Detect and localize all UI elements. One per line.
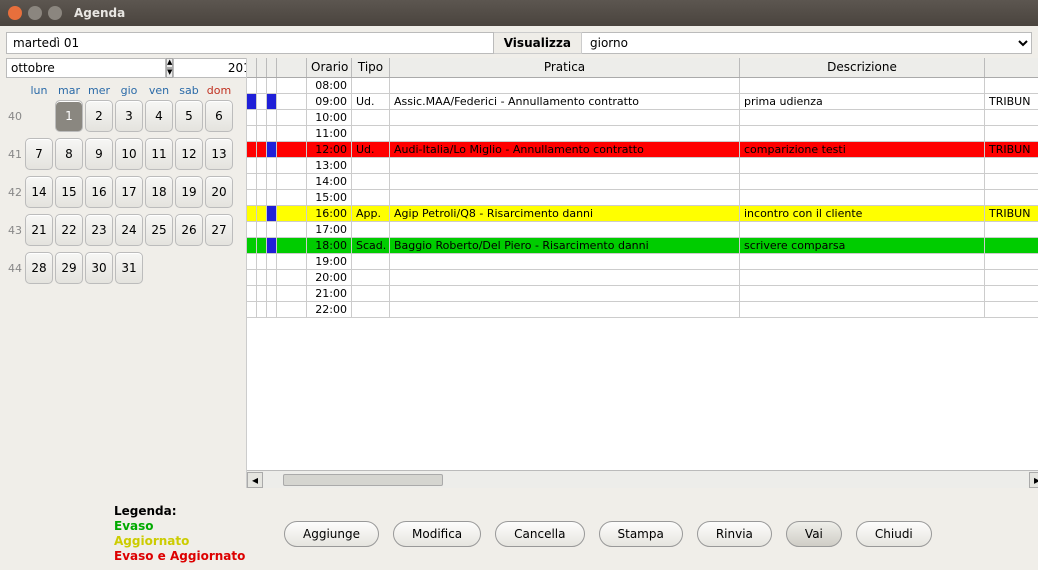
- scroll-left-icon: ◂: [247, 472, 263, 488]
- agenda-row[interactable]: 19:00: [247, 254, 1038, 270]
- calendar-day[interactable]: 29: [55, 252, 83, 284]
- cancella-button[interactable]: Cancella: [495, 521, 584, 547]
- agenda-row[interactable]: 20:00: [247, 270, 1038, 286]
- agenda-row[interactable]: 13:00: [247, 158, 1038, 174]
- calendar-day[interactable]: 18: [145, 176, 173, 208]
- agenda-row[interactable]: 18:00Scad.Baggio Roberto/Del Piero - Ris…: [247, 238, 1038, 254]
- day-of-week-header: lunmarmer giovensab dom: [24, 84, 244, 97]
- maximize-icon[interactable]: [48, 6, 62, 20]
- calendar-day[interactable]: 30: [85, 252, 113, 284]
- horizontal-scrollbar[interactable]: ◂ ▸: [247, 470, 1038, 488]
- legend: Legenda: Evaso Aggiornato Evaso e Aggior…: [14, 504, 274, 564]
- close-icon[interactable]: [8, 6, 22, 20]
- agenda-row[interactable]: 16:00App.Agip Petroli/Q8 - Risarcimento …: [247, 206, 1038, 222]
- calendar-day[interactable]: 4: [145, 100, 173, 132]
- grid-header: Orario Tipo Pratica Descrizione: [247, 58, 1038, 78]
- minimize-icon[interactable]: [28, 6, 42, 20]
- titlebar: Agenda: [0, 0, 1038, 26]
- modifica-button[interactable]: Modifica: [393, 521, 481, 547]
- calendar-day[interactable]: 11: [145, 138, 173, 170]
- calendar-day[interactable]: 26: [175, 214, 203, 246]
- calendar-day[interactable]: 25: [145, 214, 173, 246]
- window-title: Agenda: [74, 6, 125, 20]
- agenda-row[interactable]: 21:00: [247, 286, 1038, 302]
- calendar-day[interactable]: 28: [25, 252, 53, 284]
- month-select[interactable]: [6, 58, 166, 78]
- scroll-right-icon: ▸: [1029, 472, 1038, 488]
- calendar-day[interactable]: 13: [205, 138, 233, 170]
- calendar-panel: ▲▼ ▲▼ lunmarmer giovensab dom 4012345641…: [6, 58, 244, 488]
- calendar-day[interactable]: 9: [85, 138, 113, 170]
- calendar-day[interactable]: 8: [55, 138, 83, 170]
- calendar-day[interactable]: 20: [205, 176, 233, 208]
- calendar-day[interactable]: 24: [115, 214, 143, 246]
- calendar-day[interactable]: 17: [115, 176, 143, 208]
- calendar-day[interactable]: 31: [115, 252, 143, 284]
- stampa-button[interactable]: Stampa: [599, 521, 683, 547]
- vai-button[interactable]: Vai: [786, 521, 842, 547]
- view-select[interactable]: giorno: [582, 32, 1032, 54]
- agenda-row[interactable]: 14:00: [247, 174, 1038, 190]
- calendar-day[interactable]: 14: [25, 176, 53, 208]
- calendar-day[interactable]: 19: [175, 176, 203, 208]
- agenda-row[interactable]: 08:00: [247, 78, 1038, 94]
- aggiunge-button[interactable]: Aggiunge: [284, 521, 379, 547]
- calendar-day[interactable]: 2: [85, 100, 113, 132]
- agenda-row[interactable]: 22:00: [247, 302, 1038, 318]
- calendar-day[interactable]: 12: [175, 138, 203, 170]
- agenda-row[interactable]: 17:00: [247, 222, 1038, 238]
- agenda-row[interactable]: 10:00: [247, 110, 1038, 126]
- calendar-day[interactable]: 10: [115, 138, 143, 170]
- calendar-day[interactable]: 1: [55, 100, 83, 132]
- calendar-day[interactable]: 21: [25, 214, 53, 246]
- calendar-day[interactable]: 27: [205, 214, 233, 246]
- calendar-day[interactable]: 3: [115, 100, 143, 132]
- agenda-row[interactable]: 15:00: [247, 190, 1038, 206]
- agenda-row[interactable]: 12:00Ud.Audi-Italia/Lo Miglio - Annullam…: [247, 142, 1038, 158]
- calendar-day[interactable]: 23: [85, 214, 113, 246]
- agenda-grid: Orario Tipo Pratica Descrizione 08:0009:…: [246, 58, 1038, 488]
- calendar-day[interactable]: 5: [175, 100, 203, 132]
- calendar-day[interactable]: 6: [205, 100, 233, 132]
- visualizza-label: Visualizza: [494, 32, 582, 54]
- calendar-day[interactable]: 16: [85, 176, 113, 208]
- calendar-day[interactable]: 22: [55, 214, 83, 246]
- chiudi-button[interactable]: Chiudi: [856, 521, 932, 547]
- calendar-day[interactable]: 7: [25, 138, 53, 170]
- agenda-row[interactable]: 11:00: [247, 126, 1038, 142]
- month-spinner[interactable]: ▲▼: [166, 58, 173, 78]
- calendar-day[interactable]: 15: [55, 176, 83, 208]
- date-field[interactable]: [6, 32, 494, 54]
- rinvia-button[interactable]: Rinvia: [697, 521, 772, 547]
- agenda-row[interactable]: 09:00Ud.Assic.MAA/Federici - Annullament…: [247, 94, 1038, 110]
